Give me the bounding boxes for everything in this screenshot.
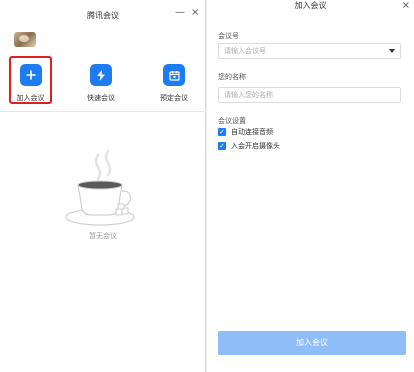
name-input[interactable]: 请输入您的名称: [218, 87, 401, 103]
option-label: 入会开启摄像头: [231, 142, 280, 150]
schedule-meeting-action[interactable]: 预定会议: [154, 64, 194, 103]
join-meeting-label: 加入会议: [16, 94, 45, 102]
quick-meeting-action[interactable]: 快速会议: [81, 64, 121, 103]
checkbox-checked-icon[interactable]: ✓: [218, 128, 226, 136]
settings-label: 会议设置: [218, 117, 246, 125]
main-window: 腾讯会议 — × 加入会议 快速会议 预定会议 暂无会议: [0, 0, 206, 372]
join-meeting-button[interactable]: 加入会议: [218, 331, 406, 355]
empty-state-text: 暂无会议: [89, 232, 117, 240]
divider: [0, 111, 206, 112]
join-meeting-action[interactable]: 加入会议: [9, 56, 52, 104]
checkbox-checked-icon[interactable]: ✓: [218, 142, 226, 150]
lightning-icon: [90, 64, 112, 86]
schedule-meeting-label: 预定会议: [160, 94, 188, 102]
join-meeting-panel: 加入会议 × 会议号 请输入会议号 您的名称 请输入您的名称 会议设置 ✓ 自动…: [207, 0, 414, 372]
plus-icon: [19, 64, 42, 86]
calendar-icon: [163, 64, 185, 86]
avatar[interactable]: [14, 32, 36, 47]
option-camera-on[interactable]: ✓ 入会开启摄像头: [218, 141, 280, 151]
meeting-id-placeholder: 请输入会议号: [224, 47, 266, 55]
meeting-id-input[interactable]: 请输入会议号: [218, 43, 401, 59]
chevron-down-icon[interactable]: [389, 49, 395, 53]
name-label: 您的名称: [218, 73, 246, 81]
empty-coffee-cup-icon: [65, 149, 135, 226]
option-label: 自动连接音频: [231, 128, 273, 136]
meeting-id-label: 会议号: [218, 32, 239, 40]
minimize-button[interactable]: —: [175, 7, 185, 19]
panel-title: 加入会议: [294, 1, 327, 10]
name-placeholder: 请输入您的名称: [224, 91, 273, 99]
close-button[interactable]: ×: [191, 7, 199, 19]
close-button[interactable]: ×: [402, 0, 410, 12]
quick-meeting-label: 快速会议: [87, 94, 115, 102]
option-auto-audio[interactable]: ✓ 自动连接音频: [218, 127, 273, 137]
